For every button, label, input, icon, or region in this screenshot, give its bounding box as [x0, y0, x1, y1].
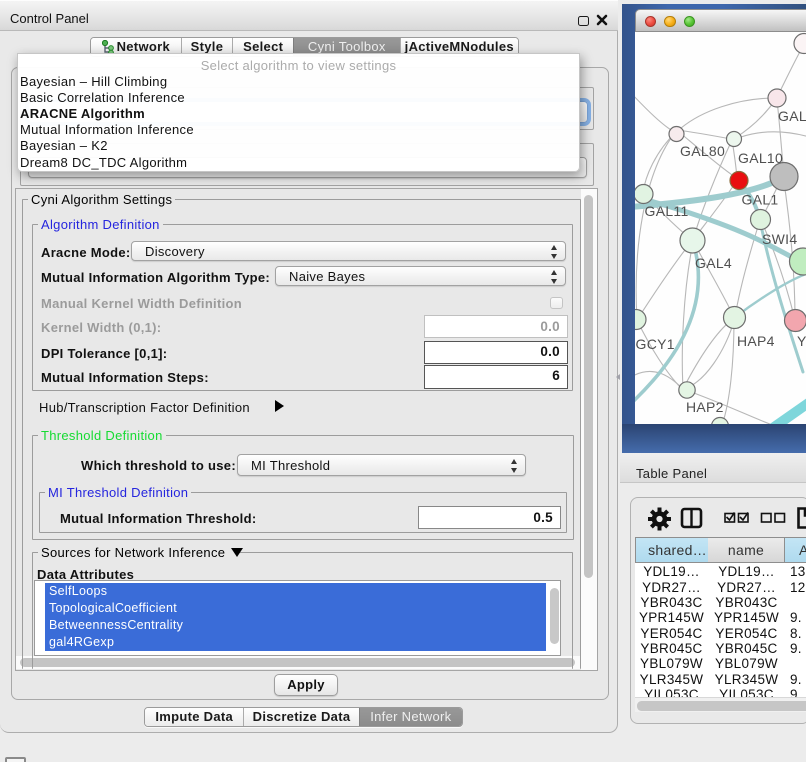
svg-text:GAL11: GAL11: [645, 203, 689, 219]
svg-text:GAL3: GAL3: [778, 108, 806, 124]
svg-text:HAP4: HAP4: [737, 333, 775, 349]
svg-text:SWI4: SWI4: [762, 231, 797, 247]
svg-text:GCY1: GCY1: [636, 336, 675, 352]
svg-text:YB: YB: [797, 333, 806, 349]
svg-text:GAL10: GAL10: [738, 150, 783, 166]
svg-text:HAP2: HAP2: [686, 399, 724, 415]
svg-text:GAL1: GAL1: [742, 192, 779, 208]
svg-text:GAL80: GAL80: [680, 143, 725, 159]
svg-text:GAL4: GAL4: [695, 255, 732, 271]
